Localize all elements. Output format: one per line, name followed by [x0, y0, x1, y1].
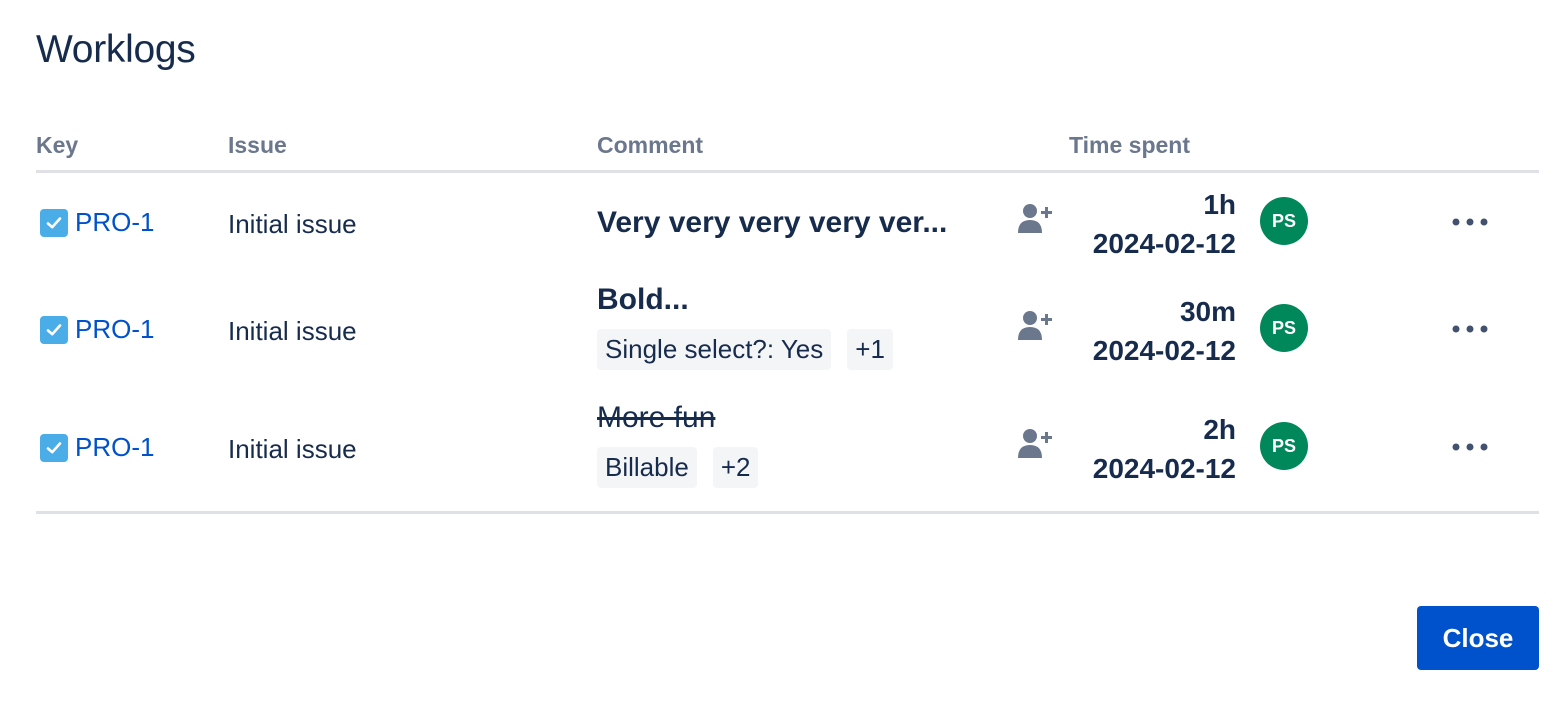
comment-cell: More fun Billable +2 — [597, 401, 977, 488]
time-duration: 2h — [1203, 414, 1236, 445]
person-add-icon[interactable] — [1016, 200, 1056, 240]
avatar: PS — [1260, 304, 1308, 352]
table-header: Key Issue Comment Time spent — [36, 130, 1539, 173]
avatar: PS — [1260, 197, 1308, 245]
attribute-list: Single select?: Yes +1 — [597, 329, 977, 370]
worklog-date: 2024-02-12 — [1092, 453, 1236, 484]
time-spent: 2h 2024-02-12 — [1093, 410, 1236, 488]
dialog-title: Worklogs — [36, 28, 196, 71]
time-spent: 1h 2024-02-12 — [1093, 185, 1236, 263]
comment-text: More fun — [597, 401, 716, 434]
column-header-time-spent: Time spent — [1069, 132, 1190, 158]
time-duration: 30m — [1179, 296, 1236, 327]
more-actions-button[interactable] — [1448, 207, 1492, 237]
comment-text: Bold... — [597, 283, 689, 316]
attribute-lozenge: Single select?: Yes — [597, 329, 832, 370]
more-actions-button[interactable] — [1448, 314, 1492, 344]
column-header-key: Key — [36, 132, 79, 158]
more-horizontal-icon — [1452, 443, 1488, 451]
worklog-date: 2024-02-12 — [1092, 335, 1236, 366]
more-actions-button[interactable] — [1448, 432, 1492, 462]
comment-cell: Bold... Single select?: Yes +1 — [597, 283, 977, 370]
time-spent: 30m 2024-02-12 — [1093, 292, 1236, 370]
close-button[interactable]: Close — [1417, 606, 1539, 670]
more-horizontal-icon — [1452, 218, 1488, 226]
key-cell: PRO-1 — [40, 207, 154, 238]
task-type-icon — [40, 208, 68, 237]
comment-cell: Very very very very ver... — [597, 206, 977, 240]
more-attributes-count[interactable]: +2 — [712, 447, 759, 488]
comment-text: Very very very very ver... — [597, 206, 948, 239]
task-type-icon — [40, 315, 68, 344]
time-duration: 1h — [1203, 189, 1236, 220]
worklog-date: 2024-02-12 — [1092, 228, 1236, 259]
issue-summary: Initial issue — [228, 209, 357, 239]
issue-key-link[interactable]: PRO-1 — [75, 432, 154, 463]
column-header-comment: Comment — [597, 132, 704, 158]
key-cell: PRO-1 — [40, 432, 154, 463]
table-row: PRO-1 Initial issue Very very very very … — [36, 173, 1539, 277]
attribute-list: Billable +2 — [597, 447, 977, 488]
table-row: PRO-1 Initial issue More fun Billable +2 — [36, 391, 1539, 511]
table-body: PRO-1 Initial issue Very very very very … — [36, 173, 1539, 514]
issue-key-link[interactable]: PRO-1 — [75, 314, 154, 345]
avatar: PS — [1260, 422, 1308, 470]
issue-key-link[interactable]: PRO-1 — [75, 207, 154, 238]
task-type-icon — [40, 433, 68, 462]
key-cell: PRO-1 — [40, 314, 154, 345]
person-add-icon[interactable] — [1016, 307, 1056, 347]
worklogs-table: Key Issue Comment Time spent PRO-1 Initi… — [36, 130, 1539, 514]
more-attributes-count[interactable]: +1 — [847, 329, 893, 370]
column-header-issue: Issue — [228, 132, 287, 158]
table-row: PRO-1 Initial issue Bold... Single selec… — [36, 277, 1539, 391]
more-horizontal-icon — [1452, 325, 1488, 333]
attribute-lozenge: Billable — [597, 447, 697, 488]
issue-summary: Initial issue — [228, 316, 357, 346]
person-add-icon[interactable] — [1016, 425, 1056, 465]
issue-summary: Initial issue — [228, 434, 357, 464]
